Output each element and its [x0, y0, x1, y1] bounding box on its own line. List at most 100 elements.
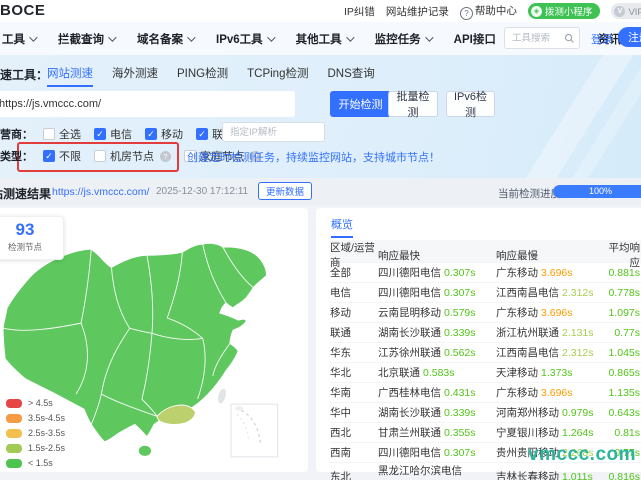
tested-url-link[interactable]: https://js.vmccc.com/ [52, 186, 149, 198]
vip-badge[interactable]: VVIP会员 [611, 3, 641, 19]
tab-DNS查询[interactable]: DNS查询 [327, 65, 374, 87]
node-option-label: 机房节点 [110, 151, 154, 163]
register-button[interactable]: 注册 [618, 27, 641, 47]
cell-region: 华东 [330, 347, 351, 359]
ip-resolve-input[interactable] [222, 122, 325, 142]
legend-swatch [6, 428, 22, 438]
batch-test-button[interactable]: 批量检测 [388, 91, 438, 119]
table-row[interactable]: 联通 湖南长沙联通 0.339s 浙江杭州联通 2.131s 0.77s [330, 322, 641, 342]
tab-网站测速[interactable]: 网站测速 [47, 65, 93, 87]
nav-item-监控任务[interactable]: 监控任务 [374, 31, 434, 47]
nav-item-label: 监控任务 [374, 33, 421, 46]
table-row[interactable]: 电信 四川德阳电信 0.307s 江西南昌电信 2.312s 0.778s [330, 282, 641, 302]
url-input[interactable] [0, 91, 295, 117]
start-test-button[interactable]: 开始检测 [330, 91, 391, 117]
legend-label: 2.5s-3.5s [28, 428, 66, 438]
nav-item-label: 拦截查询 [58, 33, 104, 46]
search-input[interactable] [505, 32, 564, 44]
checkbox-icon[interactable]: ✓ [43, 150, 55, 162]
fastest-time: 0.579s [444, 307, 476, 319]
progress-fill: 100% [553, 185, 641, 198]
node-count-card: 93 检测节点 [0, 216, 64, 260]
hainan-island[interactable] [137, 444, 152, 457]
logo[interactable]: BOCE [0, 2, 45, 19]
isp-option-电信[interactable]: ✓ 电信 [94, 126, 132, 142]
cell-region: 移动 [330, 307, 351, 319]
cell-region: 联通 [330, 327, 351, 339]
page: BOCE IP纠错 网站维护记录 ?帮助中心 ◈拨测小程序 VVIP会员 新用户… [0, 0, 641, 480]
cell-average: 0.865s [608, 366, 640, 379]
link-maintenance-record[interactable]: 网站维护记录 [386, 4, 449, 19]
checkbox-icon[interactable] [43, 128, 55, 140]
cell-fastest: 四川德阳电信 0.307s [378, 447, 476, 459]
table-row[interactable]: 华东 江苏徐州联通 0.562s 江西南昌电信 2.312s 1.045s [330, 342, 641, 362]
link-ip-correct[interactable]: IP纠错 [344, 4, 375, 19]
table-row[interactable]: 全部 四川德阳电信 0.307s 广东移动 3.696s 0.881s [330, 262, 641, 282]
nav-item-API接口[interactable]: API接口 [454, 31, 496, 47]
mini-program-badge[interactable]: ◈ 拨测小程序 [527, 3, 601, 19]
table-row[interactable]: 移动 云南昆明移动 0.579s 广东移动 3.696s 1.097s [330, 302, 641, 322]
tab-PING检测[interactable]: PING检测 [177, 65, 228, 87]
slowest-time: 3.696s [541, 267, 573, 279]
cell-average: 1.097s [608, 306, 640, 319]
ipv6-test-button[interactable]: IPv6检测 [446, 91, 495, 119]
tool-search[interactable] [504, 27, 580, 49]
search-icon [564, 33, 574, 43]
scheduled-task-tip[interactable]: 创建定时检测任务，持续监控网站，支持城市节点！ [187, 149, 440, 165]
nav-item-工具[interactable]: 工具 [2, 31, 38, 47]
fastest-time: 0.339s [444, 327, 476, 339]
nav-item-其他工具[interactable]: 其他工具 [295, 31, 355, 47]
slowest-time: 1.264s [562, 427, 594, 439]
checkbox-icon[interactable]: ✓ [94, 128, 106, 140]
slowest-time: 3.696s [541, 307, 573, 319]
isp-option-全选[interactable]: 全选 [43, 126, 81, 142]
cell-average: 0.77s [614, 326, 640, 339]
node-option-机房节点[interactable]: 机房节点? [94, 148, 171, 164]
tab-海外测速[interactable]: 海外测速 [112, 65, 158, 87]
slowest-time: 2.131s [562, 327, 594, 339]
isp-option-移动[interactable]: ✓ 移动 [145, 126, 183, 142]
cell-fastest: 云南昆明移动 0.579s [378, 307, 476, 319]
cell-slowest: 吉林长春移动 1.011s [496, 469, 608, 480]
node-count-label: 检测节点 [7, 242, 42, 252]
checkbox-icon[interactable]: ✓ [145, 128, 157, 140]
table-header: 区域/运营商 响应最快 响应最慢 平均响应 [330, 240, 641, 269]
cell-fastest: 黑龙江哈尔滨电信0.636s [378, 463, 496, 480]
progress-bar: 100% [553, 185, 641, 198]
help-icon[interactable]: ? [160, 150, 171, 162]
table-row[interactable]: 华中 湖南长沙联通 0.339s 河南郑州移动 0.979s 0.643s [330, 402, 641, 422]
checkbox-icon[interactable] [94, 150, 106, 162]
cell-region: 西北 [330, 427, 351, 439]
cell-region: 华南 [330, 387, 351, 399]
nav-item-域名备案[interactable]: 域名备案 [137, 31, 196, 47]
node-type-label: 类型： [0, 151, 33, 163]
table-row[interactable]: 华北 北京联通 0.583s 天津移动 1.373s 0.865s [330, 362, 641, 382]
cell-slowest: 天津移动 1.373s [496, 367, 573, 379]
table-row[interactable]: 华南 广西桂林电信 0.431s 广东移动 3.696s 1.135s [330, 382, 641, 402]
cell-fastest: 江苏徐州联通 0.562s [378, 347, 476, 359]
cell-average: 0.81s [614, 426, 640, 439]
nav-item-拦截查询[interactable]: 拦截查询 [58, 31, 117, 47]
topbar: BOCE IP纠错 网站维护记录 ?帮助中心 ◈拨测小程序 VVIP会员 新用户… [0, 0, 641, 22]
speed-tools-label: 速工具： [0, 68, 49, 82]
login-link[interactable]: 登录 [591, 31, 613, 47]
isp-option-label: 移动 [161, 129, 183, 141]
chevron-down-icon [266, 32, 276, 42]
cell-fastest: 甘肃兰州联通 0.355s [378, 427, 476, 439]
checkbox-icon[interactable]: ✓ [196, 128, 208, 140]
refresh-data-button[interactable]: 更新数据 [258, 182, 313, 200]
table-row[interactable]: 西北 甘肃兰州联通 0.355s 宁夏银川移动 1.264s 0.81s [330, 422, 641, 442]
nav-item-label: 其他工具 [295, 33, 342, 46]
tab-overview[interactable]: 概览 [331, 216, 353, 238]
node-option-不限[interactable]: ✓ 不限 [43, 148, 81, 164]
cell-region: 电信 [330, 287, 351, 299]
link-help-center[interactable]: ? 帮助中心 [459, 3, 517, 20]
nav-item-IPv6工具[interactable]: IPv6工具 [216, 31, 276, 47]
chevron-down-icon [108, 32, 117, 42]
south-china-sea-inset [230, 403, 279, 458]
main-nav: 工具拦截查询域名备案IPv6工具其他工具监控任务API接口更多产品资讯动态 登录… [0, 22, 641, 55]
question-icon: ? [459, 6, 473, 20]
fastest-time: 0.583s [423, 367, 455, 379]
tab-TCPing检测[interactable]: TCPing检测 [247, 65, 308, 87]
cell-region: 华中 [330, 407, 351, 419]
